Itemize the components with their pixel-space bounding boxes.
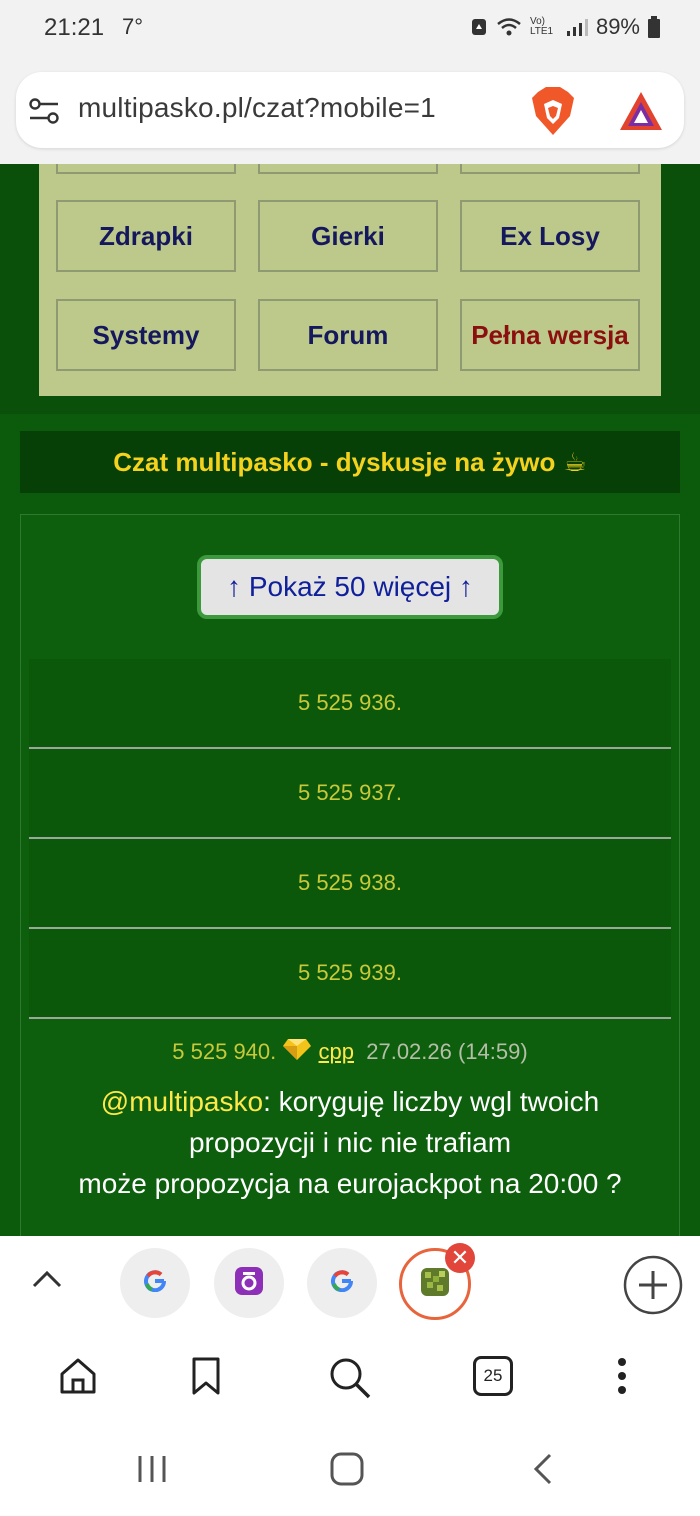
message-meta: 5 525 940. cpp 27.02.26 (14:59) [29,1037,671,1067]
lte-label: Vo) LTE1 [529,16,554,37]
menu-ex-losy[interactable]: Ex Losy [460,200,640,272]
battery-icon [648,16,660,38]
message-row: 5 525 936. [29,659,671,749]
menu-button-hidden-2[interactable] [258,164,438,174]
message-mention[interactable]: @multipasko [101,1086,263,1117]
url-text[interactable]: multipasko.pl/czat?mobile=1 [78,92,436,124]
chat-title: Czat multipasko - dyskusje na żywo [113,446,556,477]
more-menu-icon[interactable] [612,1356,632,1401]
close-tab-icon[interactable]: ✕ [445,1243,475,1273]
brave-shields-icon[interactable] [530,86,576,136]
message-text-line2: propozycji i nic nie trafiam [188,1127,512,1158]
tab-purple-app[interactable] [214,1248,284,1318]
new-tab-icon[interactable] [622,1254,684,1321]
browser-nav-bar: 25 [0,1332,700,1422]
tab-google-2[interactable] [307,1248,377,1318]
status-temperature: 7° [122,14,144,39]
bookmark-icon[interactable] [190,1356,222,1401]
message-row: 5 525 939. [29,929,671,1019]
chat-header: Czat multipasko - dyskusje na żywo ☕ [20,431,680,493]
tabs-count-icon[interactable]: 25 [473,1356,513,1396]
message-text-line3: może propozycja na eurojackpot na 20:00 … [78,1168,622,1199]
site-menu: Zdrapki Gierki Ex Losy Systemy Forum Peł… [39,164,661,396]
recycle-icon [470,17,488,37]
search-icon[interactable] [328,1356,372,1405]
status-bar: 21:21 7° Vo) LTE1 89% [0,0,700,58]
chat-message: 5 525 940. cpp 27.02.26 (14:59) @multipa… [29,1023,671,1233]
web-page: Zdrapki Gierki Ex Losy Systemy Forum Peł… [0,164,700,1236]
address-bar[interactable]: multipasko.pl/czat?mobile=1 [16,72,684,148]
menu-button-hidden-3[interactable] [460,164,640,174]
message-body: @multipasko: koryguję liczby wgl twoich … [29,1081,671,1204]
chat-box: ↑ Pokaż 50 więcej ↑ 5 525 936. 5 525 937… [20,514,680,1236]
browser-toolbar: multipasko.pl/czat?mobile=1 [0,58,700,164]
message-row: 5 525 938. [29,839,671,929]
message-date: 27.02.26 (14:59) [366,1039,528,1064]
menu-gierki[interactable]: Gierki [258,200,438,272]
status-time: 21:21 [44,14,105,41]
home-button-icon[interactable] [330,1452,364,1491]
message-row: 5 525 937. [29,749,671,839]
battery-percent: 89% [595,14,640,39]
google-icon [331,1269,354,1297]
menu-zdrapki[interactable]: Zdrapki [56,200,236,272]
menu-systemy[interactable]: Systemy [56,299,236,371]
menu-button-hidden-1[interactable] [56,164,236,174]
rewards-triangle-icon[interactable] [618,90,664,132]
message-number: 5 525 940. [172,1039,277,1064]
back-icon[interactable] [532,1452,554,1491]
status-indicators: Vo) LTE1 89% [470,14,660,40]
coffee-icon: ☕ [563,446,587,477]
menu-full-version[interactable]: Pełna wersja [460,299,640,371]
message-user-link[interactable]: cpp [319,1039,354,1064]
home-icon[interactable] [58,1356,98,1401]
chevron-up-icon[interactable] [30,1268,64,1297]
show-more-button[interactable]: ↑ Pokaż 50 więcej ↑ [197,555,503,619]
menu-forum[interactable]: Forum [258,299,438,371]
diamond-icon [282,1037,312,1067]
site-settings-icon[interactable] [28,96,60,126]
site-favicon-icon [420,1267,450,1302]
message-text-line1: : koryguję liczby wgl twoich [263,1086,600,1117]
tab-google-1[interactable] [120,1248,190,1318]
signal-icon [566,17,588,37]
google-icon [144,1269,167,1297]
wifi-icon [496,17,522,37]
system-nav-bar [0,1422,700,1516]
purple-app-icon [234,1266,264,1301]
tab-strip: ✕ [0,1236,700,1332]
recent-apps-icon[interactable] [136,1454,168,1489]
